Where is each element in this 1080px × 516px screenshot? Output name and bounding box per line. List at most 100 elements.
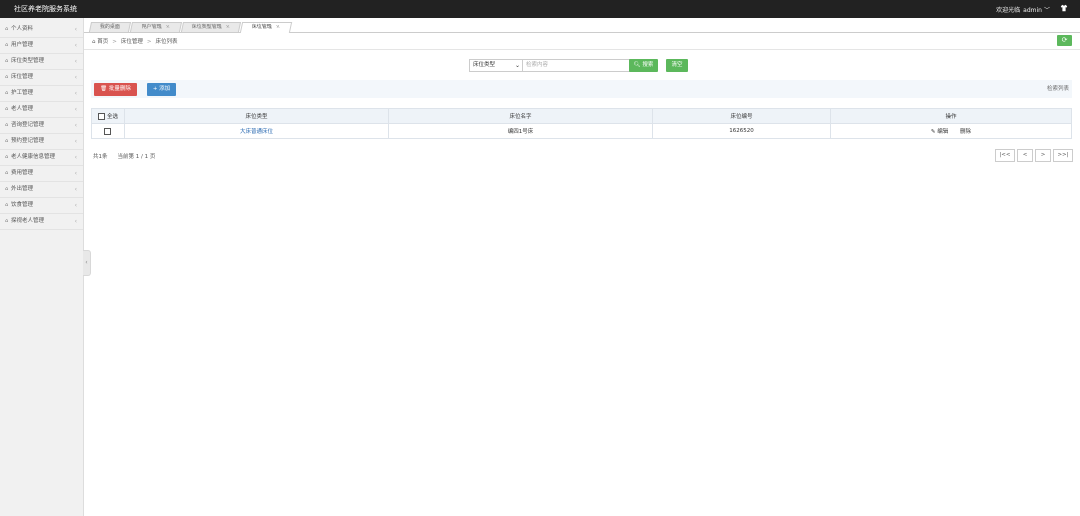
chevron-left-icon: ‹ xyxy=(74,58,77,65)
sidebar-item-visits[interactable]: ⌂ 探视老人管理 ‹ xyxy=(0,214,83,230)
cell-bed-type: 大床普通床位 xyxy=(124,123,389,139)
column-header: 床位名字 xyxy=(388,108,653,124)
refresh-icon: ⟳ xyxy=(1061,36,1068,44)
delete-link[interactable]: 删除 xyxy=(960,129,971,135)
select-value: 床位类型 xyxy=(473,62,496,68)
add-button[interactable]: + 添加 xyxy=(147,83,176,96)
sidebar-item-caregivers[interactable]: ⌂ 护工管理 ‹ xyxy=(0,86,83,102)
search-field-select[interactable]: 床位类型 ⌄ xyxy=(469,59,524,72)
trash-icon: 🗑︎ xyxy=(100,86,108,92)
chevron-left-icon: ‹ xyxy=(74,90,77,97)
sidebar: ⌂ 个人资料 ‹ ⌂ 用户管理 ‹ ⌂ 床位类型管理 ‹ ⌂ 床位管理 ‹ ⌂ 护工管理 ‹ ⌂ 老人… xyxy=(0,18,84,516)
sidebar-item-label: 床位类型管理 xyxy=(11,58,45,64)
table-header-row: 全选 床位类型 床位名字 床位编号 操作 xyxy=(91,108,1072,124)
list-title: 检索列表 xyxy=(1046,86,1069,92)
next-page-button[interactable]: > xyxy=(1035,149,1051,162)
sidebar-item-outings[interactable]: ⌂ 外出管理 ‹ xyxy=(0,182,83,198)
sidebar-item-label: 用户管理 xyxy=(11,42,34,48)
table-row: 大床普通床位 编四1号床 1626520 ✎ 编辑 删除 xyxy=(91,123,1072,139)
select-all-checkbox[interactable] xyxy=(97,113,105,120)
sidebar-item-diet[interactable]: ⌂ 饮食管理 ‹ xyxy=(0,198,83,214)
tab-desktop[interactable]: 我的桌面 xyxy=(88,22,132,32)
username: admin xyxy=(1023,7,1042,14)
select-all-header[interactable]: 全选 xyxy=(91,108,125,124)
search-input[interactable]: 检索内容 xyxy=(522,59,631,72)
breadcrumb-bed-list: 床位列表 xyxy=(155,39,178,45)
sidebar-item-label: 饮食管理 xyxy=(11,202,34,208)
sidebar-item-health-info[interactable]: ⌂ 老人健康信息管理 ‹ xyxy=(0,150,83,166)
cell-operations: ✎ 编辑 删除 xyxy=(830,123,1072,139)
row-select-cell[interactable] xyxy=(91,123,125,139)
bed-type-link[interactable]: 大床普通床位 xyxy=(240,129,273,135)
chevron-left-icon: ‹ xyxy=(74,106,77,113)
sidebar-item-label: 床位管理 xyxy=(11,74,34,80)
user-menu[interactable]: 欢迎光临 admin ﹀ xyxy=(996,5,1050,14)
refresh-button[interactable]: ⟳ xyxy=(1057,35,1072,46)
row-checkbox[interactable] xyxy=(103,127,111,135)
sidebar-item-label: 外出管理 xyxy=(11,186,34,192)
home-icon: ⌂ xyxy=(92,39,96,45)
cell-bed-number: 1626520 xyxy=(652,123,831,139)
welcome-text: 欢迎光临 xyxy=(996,7,1021,14)
prev-page-button[interactable]: < xyxy=(1017,149,1033,162)
sidebar-collapse-handle[interactable]: ‹ xyxy=(83,250,91,276)
chevron-left-icon: ‹ xyxy=(74,154,77,161)
cell-bed-name: 编四1号床 xyxy=(388,123,653,139)
breadcrumb-bar: ⌂ 首页 > 床位管理 > 床位列表 ⟳ xyxy=(84,33,1080,50)
theme-shirt-icon[interactable] xyxy=(1060,4,1068,12)
chevron-left-icon: ‹ xyxy=(74,122,77,129)
sidebar-item-label: 老人健康信息管理 xyxy=(11,154,56,160)
last-page-button[interactable]: >>| xyxy=(1053,149,1073,162)
search-icon: 🔍︎ xyxy=(633,62,641,68)
sidebar-item-elders[interactable]: ⌂ 老人管理 ‹ xyxy=(0,102,83,118)
edit-link[interactable]: ✎ 编辑 xyxy=(931,129,948,135)
page-indicator: 当前第 1 / 1 页 xyxy=(117,154,156,160)
sidebar-item-label: 护工管理 xyxy=(11,90,34,96)
close-icon[interactable]: × xyxy=(165,23,171,32)
column-header: 操作 xyxy=(830,108,1072,124)
total-count: 共1条 xyxy=(93,154,108,160)
chevron-left-icon: ‹ xyxy=(74,26,77,33)
chevron-left-icon: ‹ xyxy=(74,42,77,49)
sidebar-item-label: 老人管理 xyxy=(11,106,34,112)
close-icon[interactable]: × xyxy=(225,23,231,32)
chevron-left-icon: ‹ xyxy=(74,138,77,145)
reset-button[interactable]: 清空 xyxy=(666,59,688,72)
bed-table: 全选 床位类型 床位名字 床位编号 操作 大床普通床位 编四1号床 162652… xyxy=(91,108,1072,139)
chevron-left-icon: ‹ xyxy=(74,74,77,81)
top-navbar: 社区养老院服务系统 欢迎光临 admin ﹀ xyxy=(0,0,1080,18)
chevron-left-icon: ‹ xyxy=(85,259,88,266)
chevron-down-icon: ⌄ xyxy=(514,62,520,69)
chevron-left-icon: ‹ xyxy=(74,218,77,225)
sidebar-item-reservations[interactable]: ⌂ 预约登记管理 ‹ xyxy=(0,134,83,150)
breadcrumb-home[interactable]: 首页 xyxy=(97,39,108,45)
sidebar-item-users[interactable]: ⌂ 用户管理 ‹ xyxy=(0,38,83,54)
sidebar-item-beds[interactable]: ⌂ 床位管理 ‹ xyxy=(0,70,83,86)
sidebar-item-label: 咨询登记管理 xyxy=(11,122,45,128)
breadcrumb-bed-management[interactable]: 床位管理 xyxy=(121,39,143,45)
pencil-icon: ✎ xyxy=(930,129,936,135)
chevron-left-icon: ‹ xyxy=(74,170,77,177)
search-button[interactable]: 🔍︎ 搜索 xyxy=(629,59,658,72)
sidebar-item-fees[interactable]: ⌂ 费用管理 ‹ xyxy=(0,166,83,182)
sidebar-item-label: 预约登记管理 xyxy=(11,138,45,144)
chevron-down-icon: ﹀ xyxy=(1043,7,1050,14)
sidebar-item-consultations[interactable]: ⌂ 咨询登记管理 ‹ xyxy=(0,118,83,134)
tab-bar: 我的桌面 用户管理 × 床位类型管理 × 床位管理 × xyxy=(84,21,1080,33)
close-icon[interactable]: × xyxy=(275,23,281,32)
tab-beds[interactable]: 床位管理 × xyxy=(239,22,293,33)
breadcrumb: ⌂ 首页 > 床位管理 > 床位列表 xyxy=(92,39,178,45)
app-title: 社区养老院服务系统 xyxy=(14,5,77,13)
chevron-left-icon: ‹ xyxy=(74,186,77,193)
tab-users[interactable]: 用户管理 × xyxy=(129,22,183,32)
first-page-button[interactable]: |<< xyxy=(995,149,1015,162)
batch-delete-button[interactable]: 🗑︎ 批量删除 xyxy=(94,83,137,96)
sidebar-item-bed-types[interactable]: ⌂ 床位类型管理 ‹ xyxy=(0,54,83,70)
plus-icon: + xyxy=(152,86,158,92)
tab-bed-types[interactable]: 床位类型管理 × xyxy=(180,22,242,32)
pagination-controls: |<< < > >>| xyxy=(993,149,1073,162)
sidebar-item-label: 个人资料 xyxy=(11,26,34,32)
sidebar-item-label: 探视老人管理 xyxy=(11,218,45,224)
sidebar-item-profile[interactable]: ⌂ 个人资料 ‹ xyxy=(0,22,83,38)
pagination-info: 共1条 当前第 1 / 1 页 xyxy=(93,152,155,160)
